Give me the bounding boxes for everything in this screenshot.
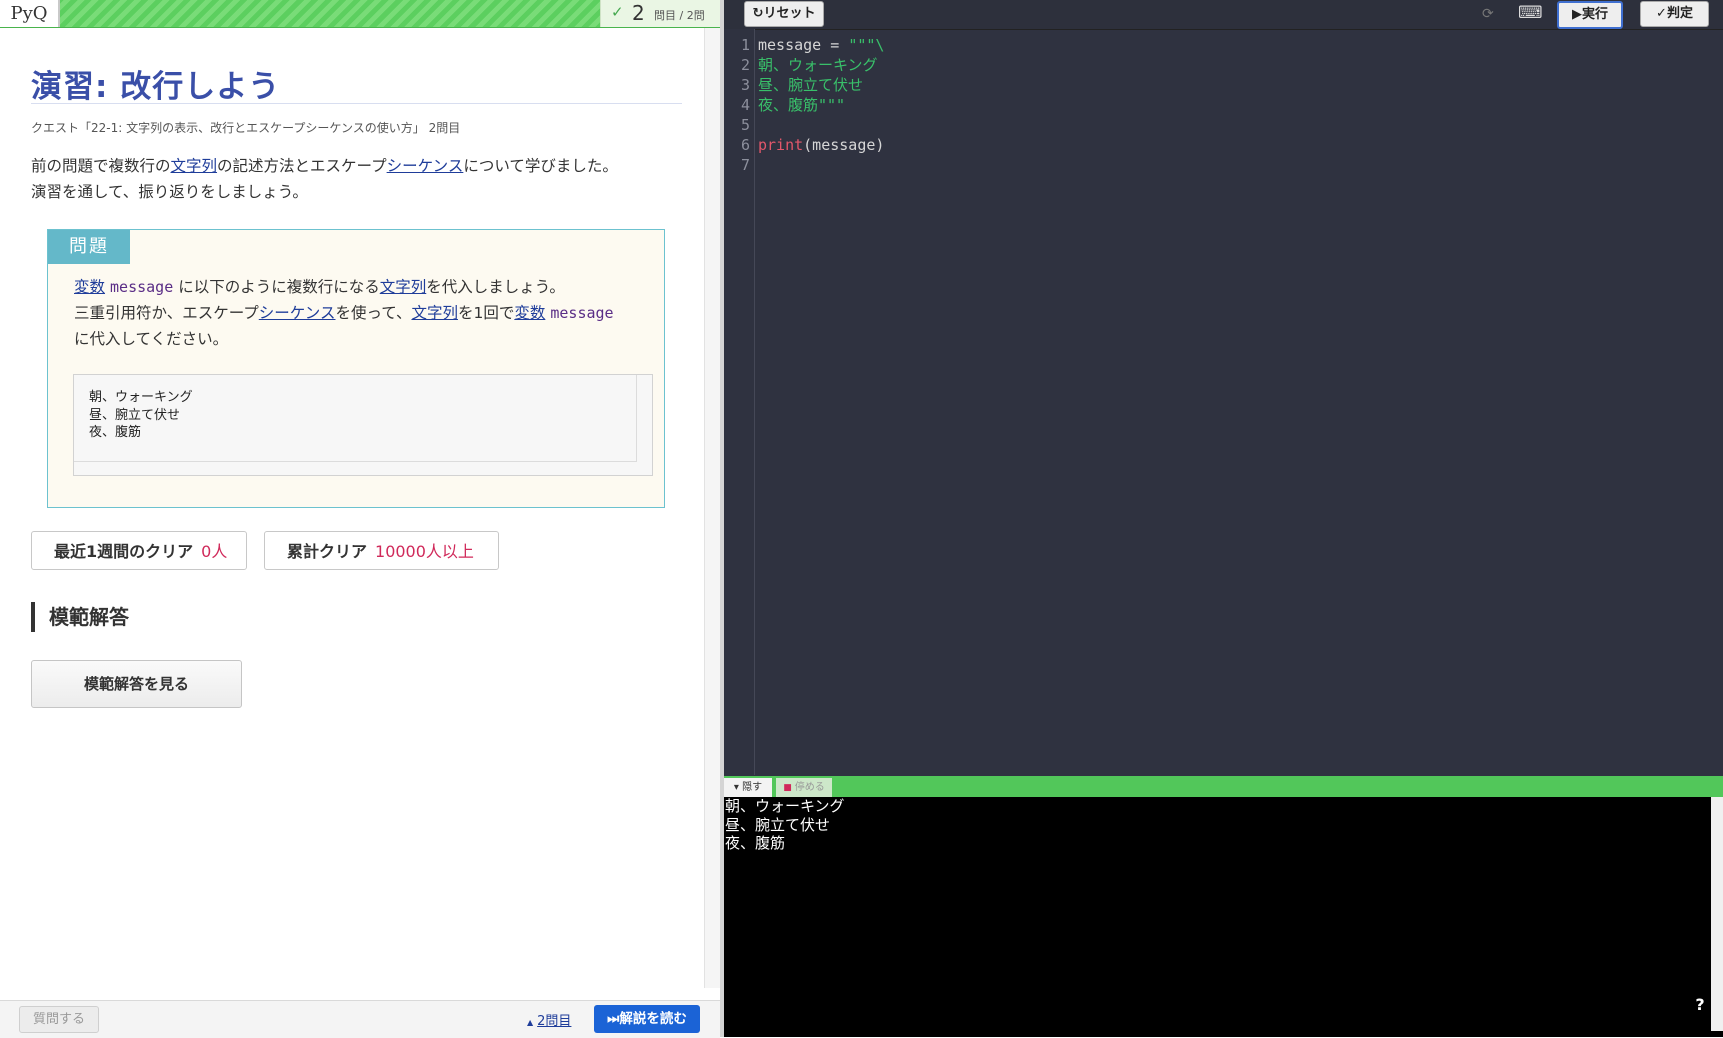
code-line[interactable]: message = """\ (758, 35, 884, 55)
stop-label: 停める (794, 782, 825, 793)
glossary-link[interactable]: 文字列 (171, 157, 218, 175)
problem-tab-label: 問題 (48, 230, 130, 264)
page-title: 演習: 改行しよう (31, 69, 281, 105)
code-editor[interactable]: message = """\ 朝、ウォーキング 昼、腕立て伏せ 夜、腹筋""" prin… (758, 35, 884, 175)
code-line[interactable] (758, 155, 884, 175)
weekly-clear-stat: 最近1週間のクリア 0人 (31, 531, 247, 570)
problem-text: 変数 message に以下のように複数行になる文字列を代入しましょう。 三重引用符… (74, 274, 619, 352)
judge-button[interactable]: ✓判定 (1640, 1, 1709, 27)
console-output-panel: 朝、ウォーキング 昼、腕立て伏せ 夜、腹筋 ? (724, 797, 1723, 1037)
keyboard-icon[interactable]: ⌨ (1518, 3, 1543, 23)
console-toolbar: ▾ 隠す ■ 停める (724, 776, 1723, 797)
code-token: 夜、腹筋""" (758, 96, 846, 114)
code-line[interactable]: print(message) (758, 135, 884, 155)
sample-output-line: 昼、腕立て伏せ (89, 407, 181, 423)
glossary-link[interactable]: シーケンス (387, 157, 464, 175)
problem-text-segment: を1回で (457, 304, 515, 322)
model-answer-heading: 模範解答 (31, 602, 129, 632)
progress-number: 2 (632, 1, 645, 25)
problem-text-segment: 三重引用符か、エスケープ (74, 304, 259, 322)
glossary-link[interactable]: 文字列 (411, 304, 458, 322)
progress-indicator: ✓ 2 問目 / 2問 (600, 0, 721, 27)
show-model-answer-button[interactable]: 模範解答を見る (31, 660, 242, 708)
previous-question-link[interactable]: ▲ 2問目 (527, 1010, 571, 1029)
weekly-clear-label: 最近1週間のクリア (54, 542, 194, 561)
problem-text-segment: に以下のように複数行になる (178, 278, 380, 296)
code-line[interactable]: 朝、ウォーキング (758, 55, 884, 75)
intro-segment: の記述方法とエスケープ (217, 157, 387, 175)
total-clear-label: 累計クリア (287, 542, 368, 561)
code-token: 昼、腕立て伏せ (758, 76, 864, 94)
help-icon[interactable]: ? (1688, 993, 1712, 1017)
sample-output-inner: 朝、ウォーキング 昼、腕立て伏せ 夜、腹筋 (74, 375, 637, 462)
code-line[interactable]: 昼、腕立て伏せ (758, 75, 884, 95)
quest-info: クエスト「22-1: 文字列の表示、改行とエスケープシーケンスの使い方」 2問目 (31, 121, 461, 135)
line-number: 1 (740, 36, 750, 54)
sample-output-line: 夜、腹筋 (89, 425, 142, 440)
editor-pane: ↻リセット ⟳ ⌨ ▶実行 ✓判定 1 2 3 4 5 6 7 message = """\… (724, 0, 1723, 1037)
problem-line-1: 変数 message に以下のように複数行になる文字列を代入しましょう。 (74, 274, 619, 300)
weekly-clear-value: 0人 (201, 542, 228, 561)
reset-button[interactable]: ↻リセット (744, 1, 824, 27)
run-button[interactable]: ▶実行 (1557, 1, 1623, 29)
inline-code: message (550, 304, 614, 322)
code-token: print (758, 136, 804, 154)
stop-icon: ■ (783, 783, 792, 793)
read-explanation-button[interactable]: ⏭解説を読む (594, 1005, 700, 1033)
inline-code: message (110, 278, 174, 296)
pyq-logo[interactable]: PyQ (0, 0, 60, 27)
code-token: message = (758, 36, 849, 54)
problem-box: 問題 変数 message に以下のように複数行になる文字列を代入しましょう。 三重… (47, 229, 665, 508)
sample-output-line: 朝、ウォーキング (89, 390, 193, 405)
line-number: 2 (740, 56, 750, 74)
intro-segment: 演習を通して、振り返りをしましょう。 (31, 183, 308, 201)
ask-question-button[interactable]: 質問する (19, 1006, 99, 1033)
total-clear-stat: 累計クリア 10000人以上 (264, 531, 499, 570)
hide-console-button[interactable]: ▾ 隠す (724, 778, 772, 797)
line-number: 4 (740, 96, 750, 114)
glossary-link[interactable]: シーケンス (259, 304, 336, 322)
console-scrollbar[interactable] (1711, 797, 1723, 1031)
line-numbers: 1 2 3 4 5 6 7 (724, 35, 750, 175)
code-token: (message) (803, 136, 885, 154)
line-number: 7 (740, 156, 750, 174)
header-bar: PyQ ✓ 2 問目 / 2問 (0, 0, 721, 28)
line-number-gutter: 1 2 3 4 5 6 7 (724, 29, 755, 775)
intro-segment: について学びました。 (463, 157, 618, 175)
line-number: 3 (740, 76, 750, 94)
line-number: 6 (740, 136, 750, 154)
line-number: 5 (740, 116, 750, 134)
problem-text-segment: を代入しましょう。 (426, 278, 565, 296)
editor-toolbar: ↻リセット ⟳ ⌨ ▶実行 ✓判定 (724, 0, 1723, 30)
problem-line-3: に代入してください。 (74, 330, 229, 348)
glossary-link[interactable]: 変数 (74, 278, 105, 296)
glossary-link[interactable]: 変数 (514, 304, 545, 322)
problem-line-2: 三重引用符か、エスケープシーケンスを使って、文字列を1回で変数 message (74, 300, 619, 326)
problem-text-segment: を使って、 (335, 304, 412, 322)
code-line[interactable]: 夜、腹筋""" (758, 95, 884, 115)
problem-pane: PyQ ✓ 2 問目 / 2問 演習: 改行しよう クエスト「22-1: 文字列… (0, 0, 721, 1038)
intro-text: 前の問題で複数行の文字列の記述方法とエスケープシーケンスについて学びました。演習… (31, 153, 618, 205)
code-token: 朝、ウォーキング (758, 56, 878, 74)
total-clear-value: 10000人以上 (375, 542, 474, 561)
title-divider (31, 103, 682, 104)
code-token: """\ (848, 36, 885, 54)
problem-content: 演習: 改行しよう クエスト「22-1: 文字列の表示、改行とエスケープシーケン… (0, 28, 705, 985)
glossary-link[interactable]: 文字列 (380, 278, 427, 296)
intro-segment: 前の問題で複数行の (31, 157, 171, 175)
chevron-up-icon: ▲ (527, 1018, 534, 1027)
check-icon: ✓ (611, 3, 624, 21)
sample-output-text: 朝、ウォーキング 昼、腕立て伏せ 夜、腹筋 (89, 389, 193, 442)
sample-output-box: 朝、ウォーキング 昼、腕立て伏せ 夜、腹筋 (73, 374, 653, 476)
reload-icon[interactable]: ⟳ (1482, 6, 1494, 22)
previous-question-label: 2問目 (537, 1014, 572, 1029)
progress-total: 問目 / 2問 (654, 9, 705, 22)
stop-button[interactable]: ■ 停める (776, 778, 832, 797)
footer-bar: 質問する ▲ 2問目 ⏭解説を読む (0, 1000, 720, 1038)
logo-text: PyQ (10, 3, 48, 24)
console-output: 朝、ウォーキング 昼、腕立て伏せ 夜、腹筋 (725, 797, 845, 852)
left-scrollbar[interactable] (704, 28, 721, 988)
code-line[interactable] (758, 115, 884, 135)
